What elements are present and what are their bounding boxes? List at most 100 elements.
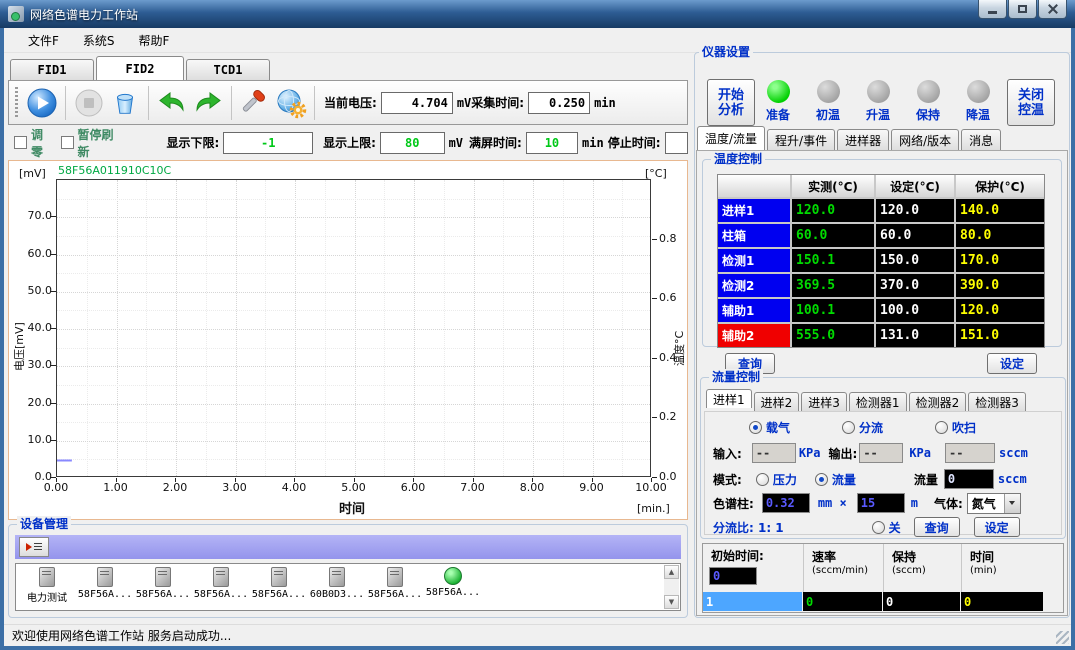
column-length-field[interactable]: 15	[857, 493, 905, 513]
stop-acquisition-button[interactable]	[71, 85, 107, 121]
gas-radio-option[interactable]: 分流	[842, 419, 883, 436]
temp-set-button[interactable]: 设定	[987, 353, 1037, 374]
ramp-time-cell[interactable]: 0	[961, 592, 1043, 611]
flow-measured-field[interactable]: --	[945, 443, 995, 463]
column-diameter-field[interactable]: 0.32	[762, 493, 810, 513]
scroll-up-icon[interactable]: ▲	[664, 565, 679, 579]
network-config-button[interactable]	[273, 85, 309, 121]
green-left-arrow-icon	[156, 87, 188, 119]
flow-tab[interactable]: 进样3	[801, 392, 847, 411]
input-pressure-field[interactable]: --	[752, 443, 796, 463]
resize-grip-icon[interactable]	[1056, 631, 1069, 644]
scroll-down-icon[interactable]: ▼	[664, 595, 679, 609]
lower-limit-field[interactable]: -1	[223, 132, 313, 154]
zero-label: 调零	[31, 126, 53, 160]
gas-dropdown[interactable]: 氮气	[967, 493, 1021, 514]
clear-curve-button[interactable]	[107, 85, 143, 121]
status-leds: 准备 初温 升温 保持 降温	[753, 80, 1003, 123]
ramp-rate-cell[interactable]: 0	[803, 592, 882, 611]
mode-radio-option[interactable]: 压力	[756, 471, 797, 488]
pause-refresh-checkbox[interactable]	[61, 136, 74, 149]
device-item[interactable]: 58F56A...	[250, 567, 308, 610]
instrument-tab[interactable]: 进样器	[837, 129, 889, 150]
device-item[interactable]: 58F56A...	[366, 567, 424, 610]
flow-set-label: 流量	[914, 471, 938, 488]
fullscreen-time-unit: min	[582, 136, 604, 150]
temp-row-label[interactable]: 检测1	[718, 249, 790, 272]
tmark	[652, 239, 657, 240]
menu-item[interactable]: 帮助F	[127, 29, 182, 52]
device-item[interactable]: 58F56A...	[424, 567, 482, 610]
stop-time-field[interactable]	[665, 132, 689, 154]
device-item[interactable]: 58F56A...	[192, 567, 250, 610]
device-item[interactable]: 58F56A...	[134, 567, 192, 610]
flow-tab[interactable]: 检测器1	[849, 392, 907, 411]
instrument-tab[interactable]: 程升/事件	[767, 129, 835, 150]
flow-set-field[interactable]: 0	[944, 469, 994, 489]
ramp-hold-cell[interactable]: 0	[883, 592, 960, 611]
close-button[interactable]	[1038, 0, 1067, 19]
minimize-button[interactable]	[978, 0, 1007, 19]
voltage-field[interactable]: 4.704	[381, 92, 453, 114]
channel-tab[interactable]: TCD1	[186, 59, 270, 80]
device-item[interactable]: 电力测试	[18, 567, 76, 610]
gas-radio-option[interactable]: 载气	[749, 419, 790, 436]
upper-limit-field[interactable]: 80	[380, 132, 445, 154]
flow-tab[interactable]: 检测器3	[968, 392, 1026, 411]
main-toolbar: 当前电压: 4.704 mV 采集时间: 0.250 min	[8, 80, 688, 125]
device-item[interactable]: 58F56A...	[76, 567, 134, 610]
ramp-col-header: 时间 (min)	[961, 544, 1045, 592]
led-indicator: 保持	[903, 80, 953, 123]
flow-tab[interactable]: 进样1	[706, 389, 752, 408]
menu-item[interactable]: 文件F	[16, 29, 71, 52]
split-ratio-label: 分流比: 1: 1	[713, 519, 784, 536]
flow-query-button[interactable]: 查询	[914, 517, 960, 537]
instrument-tab[interactable]: 温度/流量	[697, 126, 765, 150]
channel-tab[interactable]: FID2	[96, 56, 184, 80]
temp-row-label[interactable]: 柱箱	[718, 224, 790, 247]
tmark	[116, 478, 117, 482]
tools-button[interactable]	[237, 85, 273, 121]
toolbar-grip[interactable]	[15, 87, 18, 119]
instrument-tab[interactable]: 网络/版本	[891, 129, 959, 150]
maximize-button[interactable]	[1008, 0, 1037, 19]
flow-tab[interactable]: 检测器2	[909, 392, 967, 411]
temp-row-label[interactable]: 辅助2	[718, 324, 790, 347]
ramp-index-cell[interactable]: 1	[703, 592, 802, 611]
device-list-button[interactable]	[19, 537, 49, 557]
temp-protect-value: 140.0	[956, 199, 1044, 222]
acq-time-field[interactable]: 0.250	[528, 92, 590, 114]
lower-limit-label: 显示下限:	[167, 134, 220, 151]
gas-radio-option[interactable]: 吹扫	[935, 419, 976, 436]
ramp-col-unit: (sccm/min)	[812, 565, 883, 576]
instrument-tab[interactable]: 消息	[961, 129, 1001, 150]
forward-button[interactable]	[190, 85, 226, 121]
mode-radio-option[interactable]: 流量	[815, 471, 856, 488]
device-item[interactable]: 60B0D3...	[308, 567, 366, 610]
back-button[interactable]	[154, 85, 190, 121]
split-off-radio[interactable]: 关	[872, 519, 901, 536]
temp-row-label[interactable]: 辅助1	[718, 299, 790, 322]
menu-item[interactable]: 系统S	[71, 29, 127, 52]
fullscreen-time-field[interactable]: 10	[526, 132, 578, 154]
temp-protect-value: 151.0	[956, 324, 1044, 347]
device-icon	[155, 567, 171, 587]
output-pressure-field[interactable]: --	[859, 443, 903, 463]
flow-tab[interactable]: 进样2	[754, 392, 800, 411]
plot-area[interactable]	[56, 179, 651, 477]
start-analysis-button[interactable]: 开始 分析	[707, 79, 755, 126]
column-diameter-unit: mm ×	[818, 496, 847, 510]
temp-row-label[interactable]: 检测2	[718, 274, 790, 297]
initial-time-field[interactable]: 0	[709, 567, 757, 585]
close-icon	[1047, 3, 1059, 15]
zero-checkbox[interactable]	[14, 136, 27, 149]
device-icon	[39, 567, 55, 587]
flow-set-button[interactable]: 设定	[974, 517, 1020, 537]
close-temp-control-button[interactable]: 关闭 控温	[1007, 79, 1055, 126]
led-indicator: 降温	[953, 80, 1003, 123]
temp-row-label[interactable]: 进样1	[718, 199, 790, 222]
channel-tab[interactable]: FID1	[10, 59, 94, 80]
start-acquisition-button[interactable]	[24, 85, 60, 121]
dropdown-button[interactable]	[1004, 494, 1020, 513]
tmark	[651, 478, 652, 482]
